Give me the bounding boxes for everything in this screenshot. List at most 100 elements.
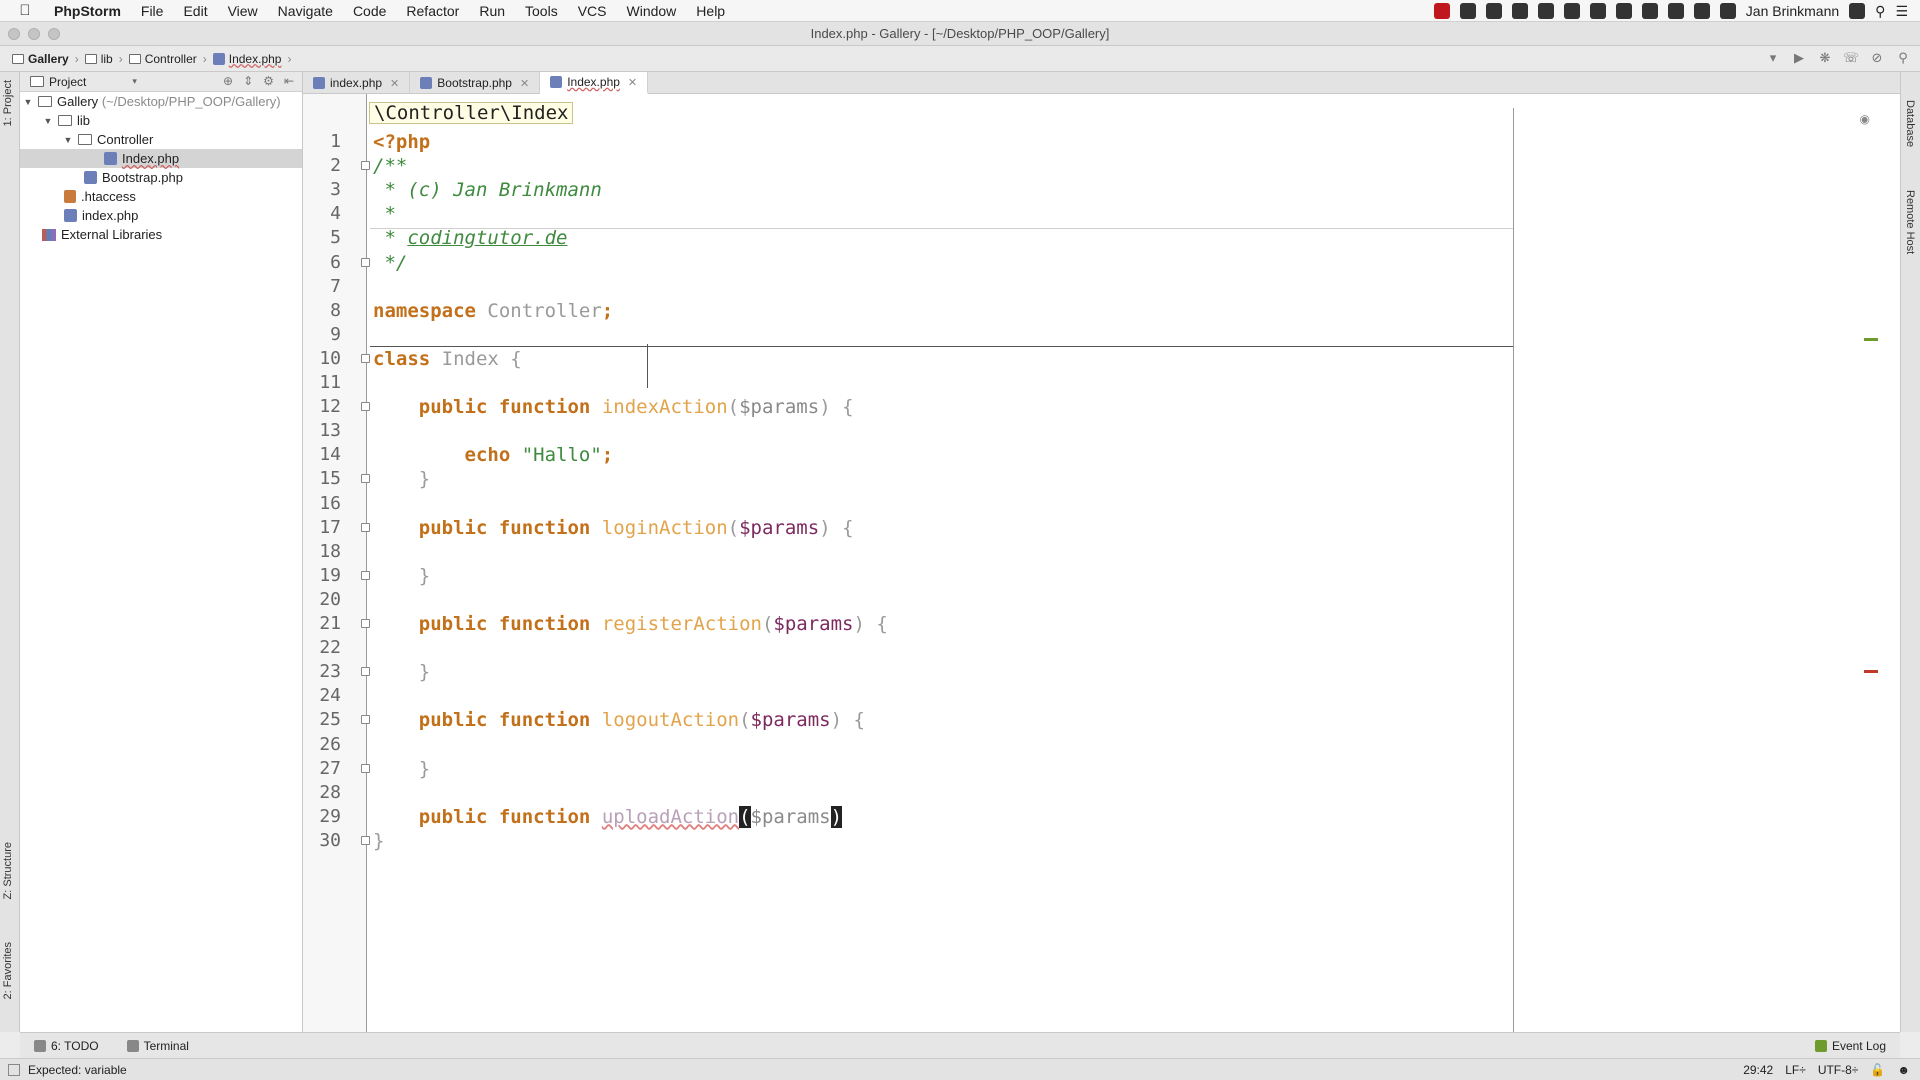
lock-icon[interactable]: 🔓 (1870, 1063, 1885, 1077)
onepassword-icon[interactable] (1537, 3, 1554, 19)
menubar-user-name[interactable]: Jan Brinkmann (1746, 3, 1839, 19)
tree-item-external-libraries[interactable]: External Libraries (20, 225, 302, 244)
tool-windows-toggle-icon[interactable] (8, 1063, 20, 1076)
line-number[interactable]: 19 (303, 564, 341, 588)
menu-help[interactable]: Help (686, 3, 735, 19)
breadcrumb-lib[interactable]: lib (81, 50, 117, 68)
scroll-from-source-icon[interactable]: ⊕ (223, 74, 233, 88)
menu-refactor[interactable]: Refactor (396, 3, 469, 19)
code-line[interactable]: 5 * codingtutor.de (303, 226, 1900, 250)
menu-app-name[interactable]: PhpStorm (50, 3, 131, 19)
fold-marker-icon[interactable] (361, 667, 370, 677)
expanded-arrow-icon[interactable]: ▼ (22, 97, 34, 107)
code-line[interactable]: 9 (303, 323, 1900, 347)
stop-listen-icon[interactable]: ⊘ (1868, 50, 1886, 66)
tool-tab-project[interactable]: 1: Project (2, 80, 14, 126)
line-number[interactable]: 22 (303, 636, 341, 660)
fold-marker-icon[interactable] (361, 402, 370, 412)
line-number[interactable]: 5 (303, 226, 341, 250)
line-number[interactable]: 14 (303, 443, 341, 467)
code-line[interactable]: 16 (303, 492, 1900, 516)
code-line[interactable]: 22 (303, 636, 1900, 660)
bluetooth-icon[interactable] (1693, 3, 1710, 19)
line-number[interactable]: 28 (303, 781, 341, 805)
line-number[interactable]: 13 (303, 419, 341, 443)
tree-item-htaccess[interactable]: .htaccess (20, 187, 302, 206)
close-icon[interactable]: ✕ (628, 76, 637, 89)
code-line[interactable]: 12 public function indexAction($params) … (303, 395, 1900, 419)
menu-view[interactable]: View (218, 3, 268, 19)
code-line[interactable]: 3 * (c) Jan Brinkmann (303, 178, 1900, 202)
breadcrumb-gallery[interactable]: Gallery (8, 50, 73, 68)
breadcrumb-index-php[interactable]: Index.php (209, 50, 286, 68)
fold-marker-icon[interactable] (361, 763, 370, 773)
fold-marker-icon[interactable] (361, 474, 370, 484)
line-number[interactable]: 7 (303, 275, 341, 299)
line-number[interactable]: 11 (303, 371, 341, 395)
time-machine-icon[interactable] (1719, 3, 1736, 19)
code-line[interactable]: 18 (303, 540, 1900, 564)
cloud-tray-icon[interactable] (1589, 3, 1606, 19)
line-number[interactable]: 16 (303, 492, 341, 516)
line-number[interactable]: 27 (303, 757, 341, 781)
line-number[interactable]: 30 (303, 829, 341, 853)
display-icon[interactable] (1641, 3, 1658, 19)
code-line[interactable]: 14 echo "Hallo"; (303, 443, 1900, 467)
gear-icon[interactable]: ⚙ (263, 74, 274, 88)
code-line[interactable]: 11 (303, 371, 1900, 395)
collapse-all-icon[interactable]: ⇕ (243, 74, 253, 88)
line-number[interactable]: 25 (303, 708, 341, 732)
tool-tab-event-log[interactable]: Event Log (1814, 1039, 1886, 1053)
record-icon[interactable] (1433, 3, 1450, 19)
line-number[interactable]: 24 (303, 684, 341, 708)
code-line[interactable]: 30} (303, 829, 1900, 853)
line-number[interactable]: 10 (303, 347, 341, 371)
debug-icon[interactable]: ❋ (1816, 50, 1834, 66)
menu-tools[interactable]: Tools (515, 3, 568, 19)
eye-icon[interactable]: ◉ (1860, 112, 1870, 126)
code-line[interactable]: 20 (303, 588, 1900, 612)
code-line[interactable]: 7 (303, 275, 1900, 299)
line-separator[interactable]: LF÷ (1785, 1063, 1806, 1077)
line-number[interactable]: 1 (303, 130, 341, 154)
line-number[interactable]: 8 (303, 299, 341, 323)
tree-item-index-lower-php[interactable]: index.php (20, 206, 302, 225)
line-number[interactable]: 18 (303, 540, 341, 564)
code-line[interactable]: 2 /** (303, 154, 1900, 178)
close-icon[interactable]: ✕ (520, 77, 529, 90)
dropbox-icon[interactable] (1459, 3, 1476, 19)
code-editor[interactable]: \Controller\Index ◉ 1 <?php 2/** 3 * (c) Ja… (303, 94, 1900, 1032)
fold-marker-icon[interactable] (361, 619, 370, 628)
tool-tab-remote-host[interactable]: Remote Host (1904, 190, 1916, 254)
box-tray-icon[interactable] (1563, 3, 1580, 19)
line-number[interactable]: 15 (303, 467, 341, 491)
tool-tab-structure[interactable]: Z: Structure (2, 842, 14, 899)
tool-tab-favorites[interactable]: 2: Favorites (2, 942, 14, 999)
code-line[interactable]: 19 } (303, 564, 1900, 588)
tab-index-php-lower[interactable]: index.php ✕ (303, 72, 411, 94)
code-line[interactable]: 17 public function loginAction($params) … (303, 516, 1900, 540)
listen-debug-icon[interactable]: ☏ (1842, 50, 1860, 66)
code-line[interactable]: 8 namespace Controller; (303, 299, 1900, 323)
code-line[interactable]: 21 public function registerAction($param… (303, 612, 1900, 636)
tree-item-bootstrap-php[interactable]: Bootstrap.php (20, 168, 302, 187)
line-number[interactable]: 4 (303, 202, 341, 226)
line-number[interactable]: 17 (303, 516, 341, 540)
breadcrumb-controller[interactable]: Controller (125, 50, 201, 68)
line-number[interactable]: 29 (303, 805, 341, 829)
file-encoding[interactable]: UTF-8÷ (1818, 1063, 1859, 1077)
fold-marker-icon[interactable] (361, 257, 370, 267)
code-line[interactable]: 13 (303, 419, 1900, 443)
editor-breadcrumb[interactable]: \Controller\Index (369, 102, 574, 124)
line-number[interactable]: 3 (303, 178, 341, 202)
spotlight-icon[interactable]: ⚲ (1875, 3, 1885, 20)
run-icon[interactable]: ▶ (1790, 50, 1808, 66)
run-config-dropdown-icon[interactable]: ▾ (1764, 50, 1782, 66)
menu-window[interactable]: Window (617, 3, 687, 19)
fold-marker-icon[interactable] (361, 715, 370, 725)
menu-run[interactable]: Run (469, 3, 515, 19)
menu-edit[interactable]: Edit (173, 3, 217, 19)
fold-marker-icon[interactable] (361, 570, 370, 580)
code-line[interactable]: 28 (303, 781, 1900, 805)
apple-icon[interactable]:  (0, 2, 50, 19)
